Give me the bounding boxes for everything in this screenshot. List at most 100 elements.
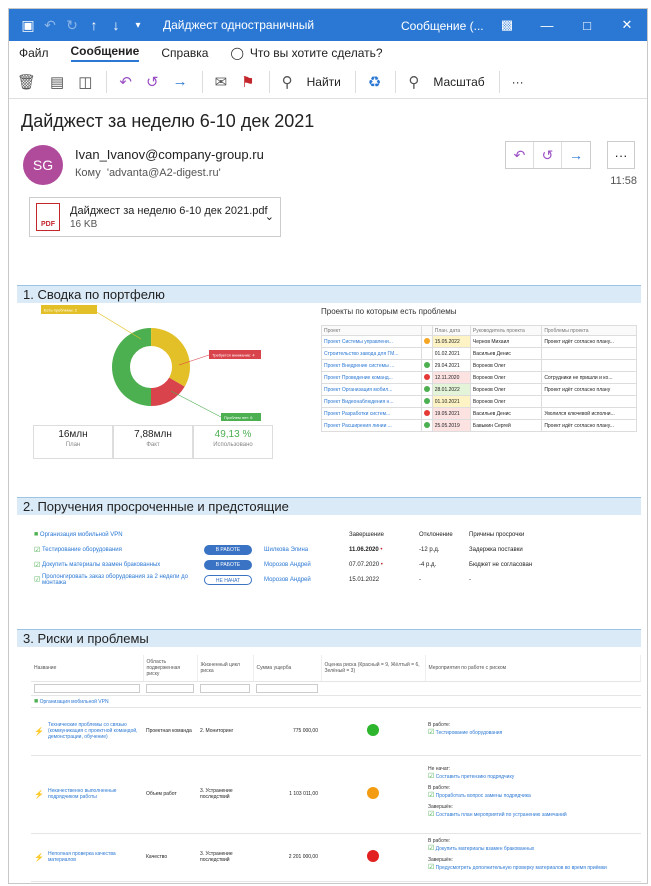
risk-bolt-icon: ⚡: [34, 789, 44, 799]
project-name[interactable]: Проект Разработки систем...: [321, 407, 422, 420]
status-dot: [423, 337, 430, 344]
status-cell: [420, 395, 433, 408]
project-row[interactable]: Проект Внедрение системы ... 29.04.2021 Во…: [321, 359, 637, 372]
reply-all-icon[interactable]: ↺: [146, 73, 159, 91]
task-owner[interactable]: Морозов Андрей: [261, 557, 346, 572]
minimize-icon[interactable]: —: [527, 18, 567, 33]
project-row[interactable]: Проект Видеонаблюдения н... 01.10.2021 Вор…: [321, 395, 637, 408]
risk-name[interactable]: Некачественно выполненные подрядчиком ра…: [48, 788, 117, 800]
translate-icon[interactable]: ♻: [368, 73, 381, 91]
close-icon[interactable]: ✕: [607, 17, 647, 33]
zoom-icon[interactable]: ⚲: [408, 73, 419, 91]
task-name[interactable]: Пролонгировать заказ оборудования за 2 н…: [42, 574, 192, 586]
customize-icon[interactable]: ▾: [127, 20, 149, 31]
save-icon[interactable]: ▣: [17, 17, 39, 34]
filter-sum[interactable]: [256, 683, 318, 693]
project-name[interactable]: Строительство завода для ГМ...: [321, 347, 422, 360]
task-group[interactable]: Организация мобильной VPN: [40, 532, 123, 538]
sender-address[interactable]: Ivan_Ivanov@company-group.ru: [75, 147, 264, 162]
reply-icon[interactable]: ↶: [506, 142, 534, 168]
project-row[interactable]: Проект Организация мобил... 28.01.2022 Вор…: [321, 383, 637, 396]
risk-row[interactable]: ⚡ Технические проблемы со связью (коммуни…: [31, 707, 641, 756]
chevron-down-icon[interactable]: ⌄: [265, 210, 274, 223]
delete-icon[interactable]: 🗑: [17, 73, 36, 91]
menu-help[interactable]: Справка: [161, 46, 208, 60]
find-button[interactable]: Найти: [307, 75, 341, 89]
project-lead: Бавыкин Сергей: [469, 419, 543, 432]
search-icon[interactable]: ⚲: [282, 73, 293, 91]
ribbon-toolbar: 🗑 ▤ ◫ ↶ ↺ → ✉ ⚑ ⚲ Найти ♻ ⚲ Масштаб ···: [9, 65, 647, 99]
ribbon-display-icon[interactable]: ▩: [487, 17, 527, 33]
menu-message[interactable]: Сообщение: [70, 44, 140, 62]
redo-icon[interactable]: ↻: [61, 17, 83, 34]
flag-icon[interactable]: ⚑: [241, 73, 254, 91]
up-arrow-icon[interactable]: ↑: [83, 17, 105, 33]
project-row[interactable]: Проект Расширения линии ... 25.05.2019 Бав…: [321, 419, 637, 432]
avatar[interactable]: SG: [23, 145, 63, 185]
project-lead: Воронов Олег: [469, 383, 543, 396]
project-row[interactable]: Строительство завода для ГМ... 01.02.2021…: [321, 347, 637, 360]
project-row[interactable]: Проект Проведение команд... 12.11.2020 Вор…: [321, 371, 637, 384]
project-problem: Сотрудники не пришли и ко...: [541, 371, 637, 384]
task-name[interactable]: Докупить материалы взамен бракованных: [42, 562, 160, 568]
problem-projects-title: Проекты по которым есть проблемы: [321, 307, 457, 316]
to-label: Кому: [75, 167, 101, 179]
more-actions-icon[interactable]: ···: [607, 141, 635, 169]
reply-icon[interactable]: ↶: [119, 73, 132, 91]
risk-row[interactable]: ⚡ Некачественно выполненные подрядчиком р…: [31, 755, 641, 834]
task-deviation: -12 р.д.: [419, 546, 440, 553]
project-row[interactable]: Проект Разработки систем... 19.05.2021 Вас…: [321, 407, 637, 420]
filter-name[interactable]: [34, 683, 140, 693]
task-owner[interactable]: Морозов Андрей: [261, 572, 346, 587]
tell-me-input[interactable]: Что вы хотите сделать?: [250, 46, 383, 60]
risk-measures: В работе: ☑ Докупить материалы взамен бра…: [425, 833, 641, 882]
task-row[interactable]: ☑ Тестирование оборудования В РАБОТЕ Шилко…: [31, 542, 551, 557]
move-icon[interactable]: ◫: [78, 73, 92, 91]
archive-icon[interactable]: ▤: [50, 73, 64, 91]
zoom-button[interactable]: Масштаб: [433, 75, 484, 89]
measure-link[interactable]: Докупить материалы взамен бракованных: [436, 846, 535, 852]
task-owner[interactable]: Шилкова Элина: [261, 542, 346, 557]
down-arrow-icon[interactable]: ↓: [105, 17, 127, 33]
filter-cycle[interactable]: [200, 683, 250, 693]
task-row[interactable]: ☑ Пролонгировать заказ оборудования за 2…: [31, 572, 551, 587]
project-name[interactable]: Проект Системы управлени...: [321, 335, 422, 348]
more-commands-icon[interactable]: ···: [512, 75, 524, 89]
forward-icon[interactable]: →: [173, 73, 188, 90]
measure-link[interactable]: Предусмотреть дополнительную проверку ма…: [436, 865, 607, 871]
measure-link[interactable]: Проработать вопрос замены подрядчика: [436, 793, 531, 799]
undo-icon[interactable]: ↶: [39, 17, 61, 34]
project-name[interactable]: Проект Видеонаблюдения н...: [321, 395, 422, 408]
filter-area[interactable]: [146, 683, 194, 693]
attachment-card[interactable]: PDF Дайджест за неделю 6-10 дек 2021.pdf…: [29, 197, 281, 237]
donut-label-attention: Требуется внимание: 4: [212, 353, 255, 358]
project-lead: Васильев Денис: [469, 407, 543, 420]
project-lead: Воронов Олег: [469, 395, 543, 408]
project-row[interactable]: Проект Системы управлени... 15.05.2022 Чер…: [321, 335, 637, 348]
project-name[interactable]: Проект Расширения линии ...: [321, 419, 422, 432]
status-cell: [420, 383, 433, 396]
risk-group[interactable]: Организация мобильной VPN: [40, 699, 109, 705]
measure-link[interactable]: Составить план мероприятий по устранению…: [436, 812, 567, 818]
task-row[interactable]: ☑ Докупить материалы взамен бракованных В…: [31, 557, 551, 572]
project-name[interactable]: Проект Внедрение системы ...: [321, 359, 422, 372]
risk-name[interactable]: Технические проблемы со связью (коммуник…: [48, 722, 138, 740]
recipient-address[interactable]: 'advanta@A2-digest.ru': [107, 167, 221, 179]
menu-file[interactable]: Файл: [19, 46, 49, 60]
project-name[interactable]: Проект Проведение команд...: [321, 371, 422, 384]
task-name[interactable]: Тестирование оборудования: [42, 547, 122, 553]
task-check-icon: ☑: [428, 791, 435, 799]
mark-unread-icon[interactable]: ✉: [215, 73, 228, 91]
overdue-marker-icon: •: [380, 546, 383, 553]
risk-row[interactable]: ⚡ Неполная проверка качества материалов Ка…: [31, 833, 641, 882]
task-check-icon: ☑: [428, 864, 435, 871]
maximize-icon[interactable]: □: [567, 18, 607, 33]
measure-link[interactable]: Составить претензию подрядчику: [436, 774, 515, 780]
measure-link[interactable]: Тестирование оборудования: [436, 730, 503, 736]
project-name[interactable]: Проект Организация мобил...: [321, 383, 422, 396]
forward-icon[interactable]: →: [562, 142, 590, 168]
risk-name[interactable]: Неполная проверка качества материалов: [48, 851, 116, 863]
reply-all-icon[interactable]: ↺: [534, 142, 562, 168]
project-problem: [541, 347, 637, 360]
risk-measures: В работе: ☑ Тестирование оборудования: [425, 707, 641, 756]
